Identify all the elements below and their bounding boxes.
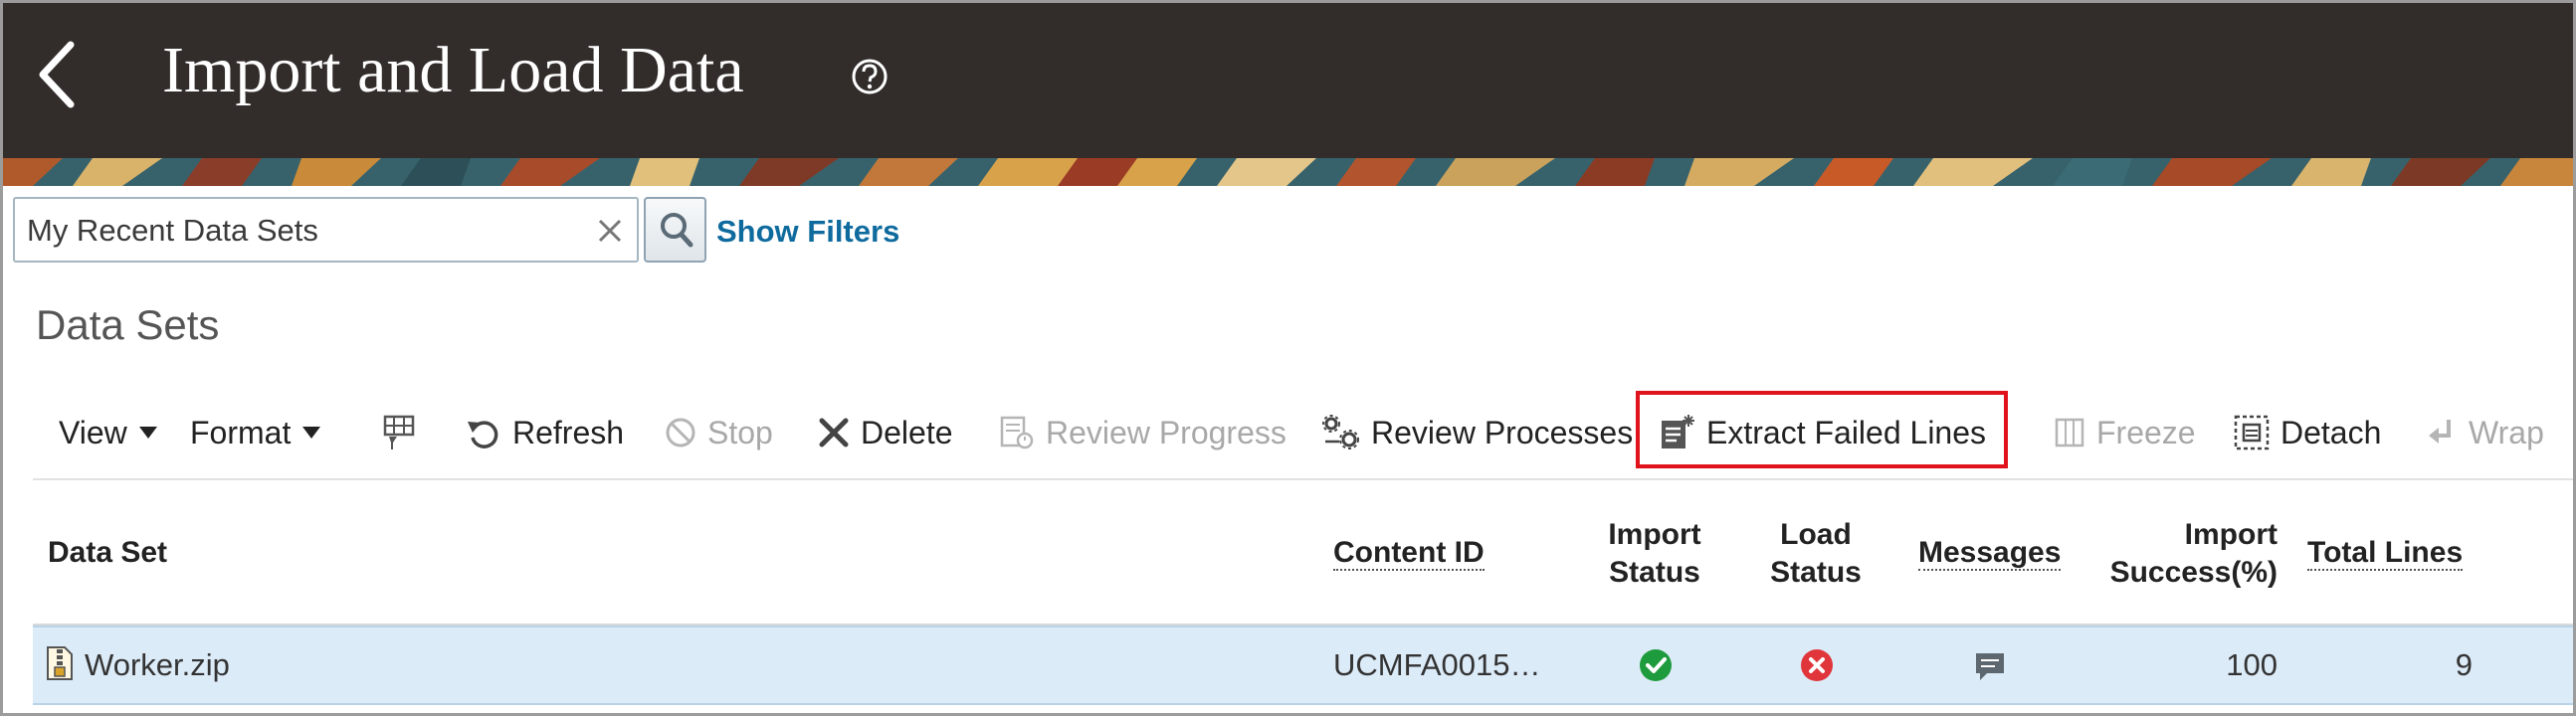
refresh-button[interactable]: Refresh [465, 411, 624, 454]
import-success-value: 100 [2226, 647, 2278, 682]
saved-search-field[interactable] [13, 197, 639, 263]
content-id-value: UCMFA0015… [1333, 647, 1541, 682]
column-header-load-status-line1: Load [1780, 518, 1852, 551]
decorative-banner [3, 158, 2573, 186]
column-header-total-lines[interactable]: Total Lines [2307, 534, 2464, 572]
stop-label: Stop [707, 414, 773, 450]
review-processes-button[interactable]: Review Processes [1321, 411, 1633, 454]
help-circle-icon[interactable] [850, 57, 890, 96]
view-menu[interactable]: View [59, 411, 157, 454]
review-progress-icon [1000, 416, 1034, 449]
wrap-icon [2429, 420, 2451, 444]
app-window: Import and Load Data My Recent Data Sets… [0, 0, 2576, 716]
column-header-content-id[interactable]: Content ID [1333, 534, 1485, 572]
page-header: Import and Load Data [3, 3, 2573, 158]
highlight-box [1636, 391, 2008, 468]
stop-icon [666, 418, 695, 448]
page-title: Import and Load Data [162, 34, 744, 106]
close-icon[interactable] [594, 215, 626, 247]
table-row[interactable]: Worker.zip UCMFA0015… 100 9 [33, 626, 2573, 705]
detach-label: Detach [2280, 414, 2382, 450]
freeze-button[interactable]: Freeze [2053, 411, 2196, 454]
toolbar-divider [33, 478, 2573, 480]
column-header-messages[interactable]: Messages [1918, 534, 2062, 572]
column-header-load-status[interactable]: Load Status [1746, 516, 1885, 592]
format-menu-label: Format [190, 414, 292, 450]
column-header-total-lines-label: Total Lines [2307, 536, 2464, 571]
column-header-content-id-label: Content ID [1333, 536, 1485, 571]
refresh-label: Refresh [512, 414, 625, 450]
search-icon [661, 213, 694, 248]
chevron-down-icon [302, 427, 321, 439]
toolbar: View Format Refresh Stop Delete Review P… [3, 393, 2573, 472]
chevron-left-icon [39, 41, 75, 108]
show-filters-link[interactable]: Show Filters [716, 214, 899, 250]
column-header-import-success-line2: Success(%) [2109, 556, 2278, 589]
chevron-down-icon [138, 427, 157, 439]
column-header-import-status[interactable]: Import Status [1585, 516, 1724, 592]
wrap-button[interactable]: Wrap [2425, 411, 2544, 454]
freeze-label: Freeze [2096, 414, 2196, 450]
total-lines-value: 9 [2455, 647, 2473, 682]
column-header-import-status-line1: Import [1608, 518, 1701, 551]
column-header-import-status-line2: Status [1609, 556, 1700, 589]
view-menu-label: View [59, 414, 127, 450]
review-processes-label: Review Processes [1371, 414, 1634, 450]
query-by-example-icon [383, 415, 415, 449]
column-header-load-status-line2: Status [1770, 556, 1862, 589]
check-circle-icon [1638, 647, 1674, 691]
freeze-icon [2055, 418, 2084, 448]
column-header-import-success-line1: Import [2184, 518, 2278, 551]
delete-x-icon [819, 418, 849, 448]
section-title: Data Sets [36, 301, 220, 348]
column-header-import-success[interactable]: Import Success(%) [2082, 516, 2278, 592]
column-header-data-set[interactable]: Data Set [48, 534, 167, 572]
detach-button[interactable]: Detach [2233, 411, 2381, 454]
format-menu[interactable]: Format [190, 411, 321, 454]
back-button[interactable] [33, 39, 83, 110]
review-processes-icon [1322, 415, 1359, 449]
delete-button[interactable]: Delete [817, 411, 953, 454]
wrap-label: Wrap [2469, 414, 2544, 450]
stop-button[interactable]: Stop [664, 411, 773, 454]
detach-icon [2234, 415, 2270, 450]
review-progress-label: Review Progress [1046, 414, 1287, 450]
saved-search-input[interactable] [27, 213, 564, 249]
column-header-messages-label: Messages [1918, 536, 2062, 571]
query-by-example-button[interactable] [379, 411, 419, 454]
delete-label: Delete [861, 414, 953, 450]
review-progress-button[interactable]: Review Progress [998, 411, 1287, 454]
refresh-icon [468, 421, 498, 448]
data-set-link[interactable]: Worker.zip [85, 647, 230, 683]
zip-file-icon [45, 645, 75, 689]
error-circle-icon [1799, 647, 1835, 691]
chat-bubble-icon[interactable] [1973, 649, 2007, 691]
search-button[interactable] [644, 197, 706, 263]
